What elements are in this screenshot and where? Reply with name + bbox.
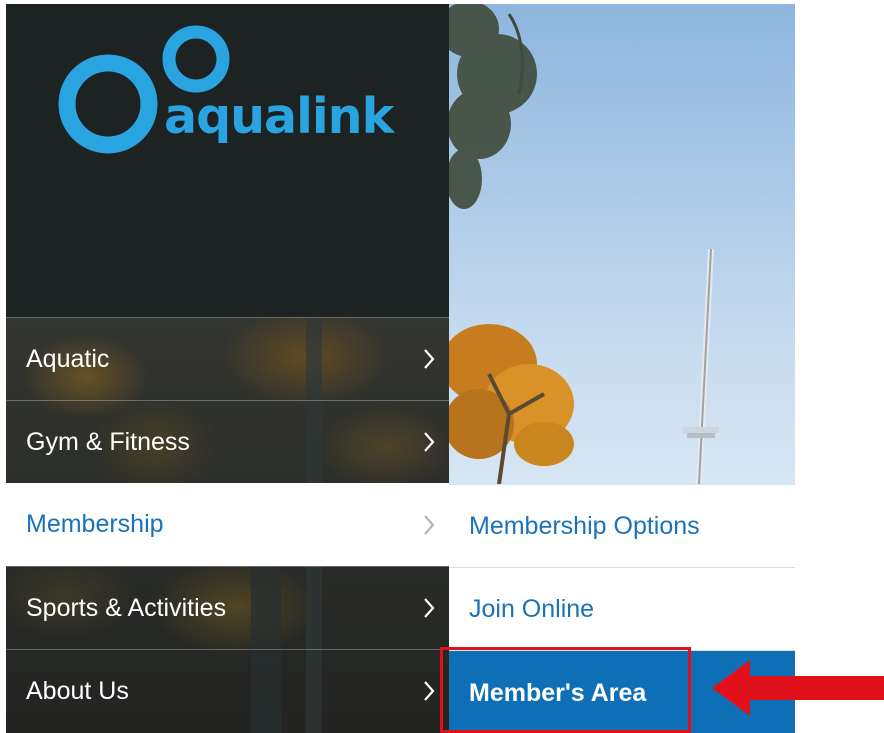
chevron-right-icon: [424, 349, 435, 369]
brand-wordmark[interactable]: aqualink: [164, 88, 394, 145]
logo-panel: aqualink: [6, 4, 449, 317]
highlight-box: [440, 647, 691, 733]
nav-item-aquatic[interactable]: Aquatic: [6, 317, 449, 400]
nav-item-label: About Us: [26, 676, 129, 705]
chevron-right-icon: [424, 598, 435, 618]
arrow-left-icon: [712, 660, 884, 716]
nav-item-label: Gym & Fitness: [26, 427, 190, 456]
autumn-tree-image: [449, 324, 574, 484]
nav-item-label: Membership: [26, 510, 164, 538]
chevron-right-icon: [424, 681, 435, 701]
chevron-right-icon: [424, 514, 435, 535]
eucalyptus-branch-image: [449, 4, 537, 209]
nav-item-membership[interactable]: Membership: [6, 483, 449, 566]
nav-item-about-us[interactable]: About Us: [6, 649, 449, 732]
main-nav-menu: Aquatic Gym & Fitness Membership Sports …: [6, 317, 449, 732]
submenu-item-label: Membership Options: [469, 511, 700, 540]
submenu-item-membership-options[interactable]: Membership Options: [449, 485, 795, 568]
page-frame: aqualink Aquatic Gym & Fitness Membershi…: [6, 4, 795, 733]
submenu-item-join-online[interactable]: Join Online: [449, 568, 795, 651]
nav-item-gym-fitness[interactable]: Gym & Fitness: [6, 400, 449, 483]
nav-item-sports-activities[interactable]: Sports & Activities: [6, 566, 449, 649]
nav-item-label: Aquatic: [26, 344, 110, 373]
submenu-item-label: Join Online: [469, 594, 595, 623]
chevron-right-icon: [424, 432, 435, 452]
nav-item-label: Sports & Activities: [26, 593, 227, 622]
